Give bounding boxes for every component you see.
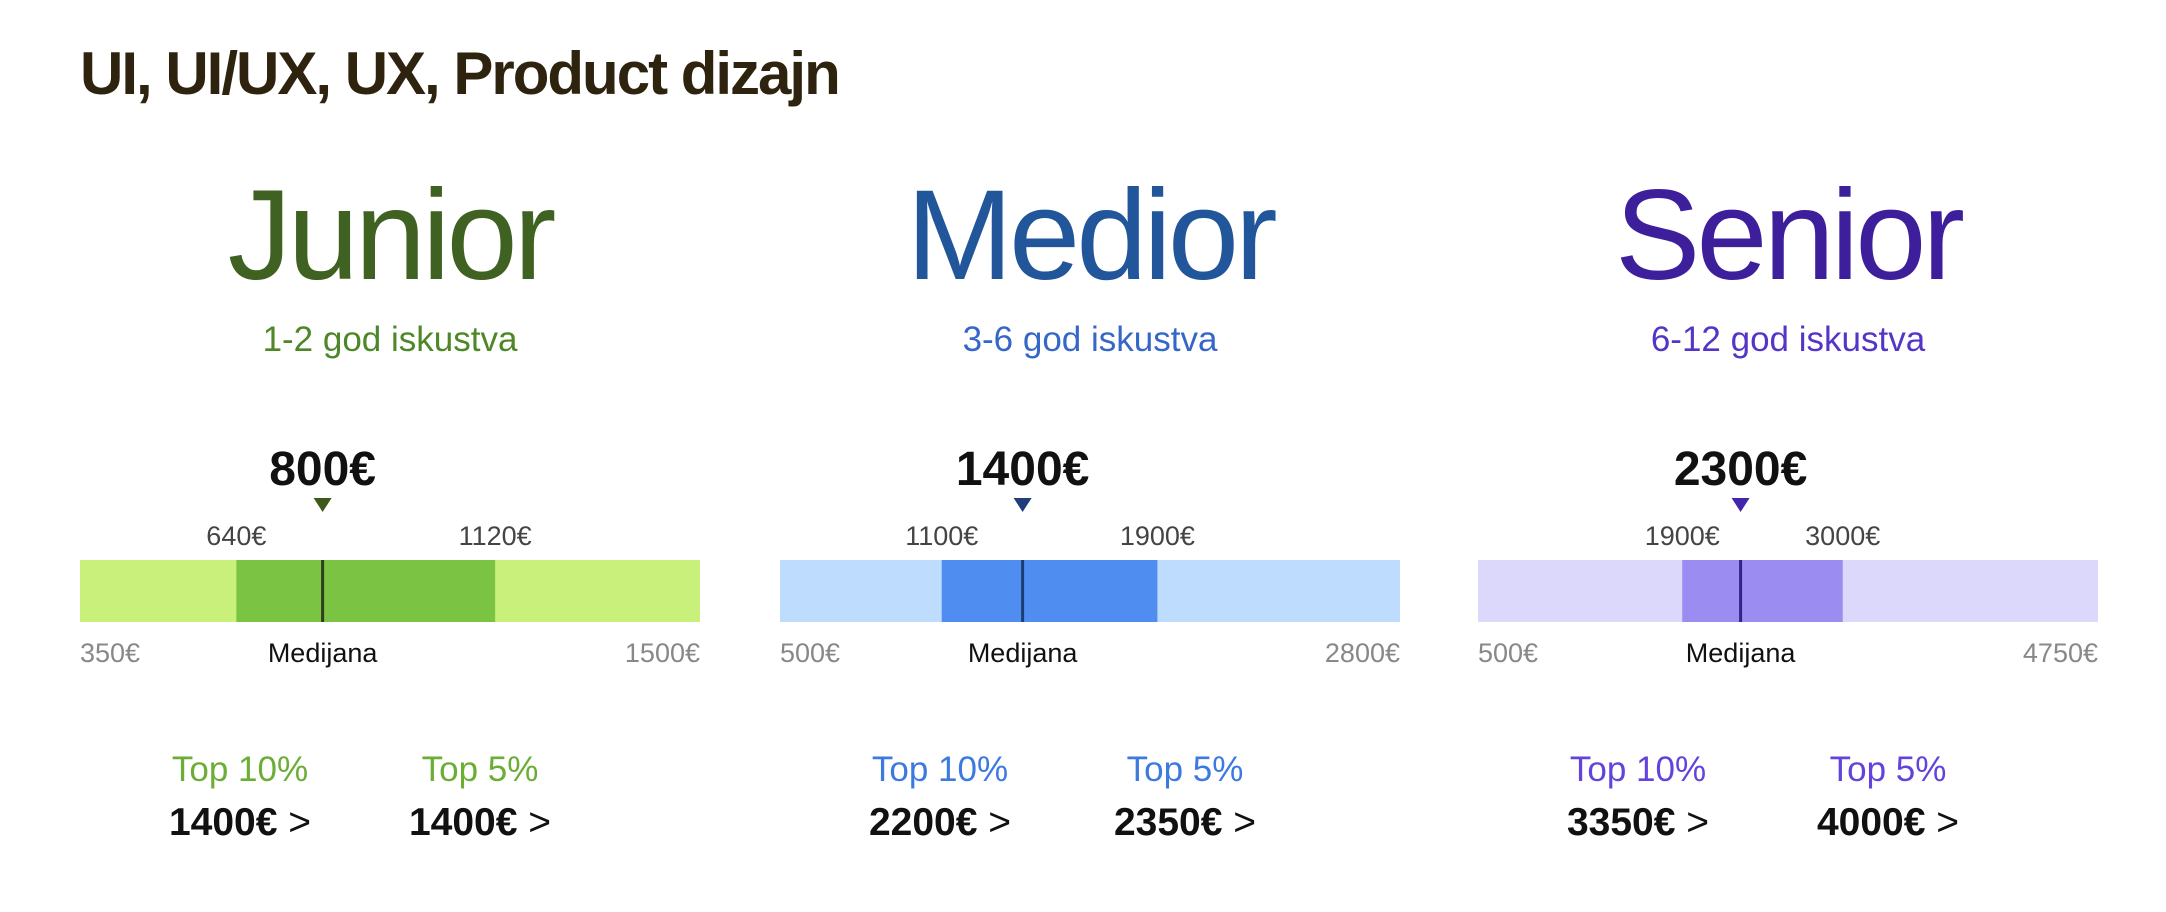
top-5-suffix: > [517,801,552,844]
median-caption: Medijana [268,638,379,668]
min-label: 500€ [1478,638,1538,668]
panel-junior: Junior 1-2 god iskustva 800€ 640€ 1120€ 350… [80,0,700,912]
p25-label: 1100€ [905,521,978,551]
top-10-amount: 1400€ [168,801,278,844]
top-10-label: Top 10% [171,750,309,789]
top-10-block: Top 10% 2200€ > [830,752,1050,842]
panel-senior: Senior 6-12 god iskustva 2300€ 1900€ 3000€… [1478,0,2098,912]
top-10-label: Top 10% [871,750,1009,789]
median-caption: Medijana [1686,638,1797,668]
interquartile-bar [236,560,496,622]
min-label: 500€ [780,638,840,668]
top-5-amount: 4000€ [1816,801,1926,844]
top-5-label: Top 5% [1126,750,1244,789]
median-triangle [1013,498,1032,512]
top-10-amount: 2200€ [868,801,978,844]
top-10-value: 1400€ > [130,803,350,842]
top-10-block: Top 10% 1400€ > [130,752,350,842]
p75-label: 1900€ [1120,521,1195,551]
top-5-value: 2350€ > [1075,803,1295,842]
top-10-suffix: > [977,801,1012,844]
top-5-label: Top 5% [421,750,539,789]
top-10-amount: 3350€ [1566,801,1676,844]
median-value: 800€ [269,443,376,496]
top-5-label: Top 5% [1829,750,1947,789]
top-5-block: Top 5% 4000€ > [1778,752,1998,842]
top-5-amount: 2350€ [1113,801,1223,844]
p75-label: 3000€ [1805,521,1880,551]
min-label: 350€ [80,638,140,668]
interquartile-bar [1682,560,1843,622]
median-triangle [1731,498,1750,512]
p25-label: 1900€ [1645,521,1720,551]
top-10-suffix: > [277,801,312,844]
top-5-value: 4000€ > [1778,803,1998,842]
top-5-suffix: > [1925,801,1960,844]
top-5-suffix: > [1222,801,1257,844]
top-10-value: 3350€ > [1528,803,1748,842]
median-triangle [313,498,332,512]
panel-medior: Medior 3-6 god iskustva 1400€ 1100€ 1900€ 5… [780,0,1400,912]
top-5-value: 1400€ > [370,803,590,842]
max-label: 2800€ [1325,638,1400,668]
p25-label: 640€ [206,521,266,551]
interquartile-bar [941,560,1158,622]
max-label: 4750€ [2023,638,2098,668]
top-5-block: Top 5% 1400€ > [370,752,590,842]
top-10-label: Top 10% [1569,750,1707,789]
max-label: 1500€ [625,638,700,668]
top-10-value: 2200€ > [830,803,1050,842]
top-10-block: Top 10% 3350€ > [1528,752,1748,842]
top-10-suffix: > [1675,801,1710,844]
median-value: 2300€ [1674,443,1807,496]
median-value: 1400€ [956,443,1089,496]
median-caption: Medijana [968,638,1079,668]
p75-label: 1120€ [459,521,532,551]
top-5-block: Top 5% 2350€ > [1075,752,1295,842]
top-5-amount: 1400€ [408,801,518,844]
